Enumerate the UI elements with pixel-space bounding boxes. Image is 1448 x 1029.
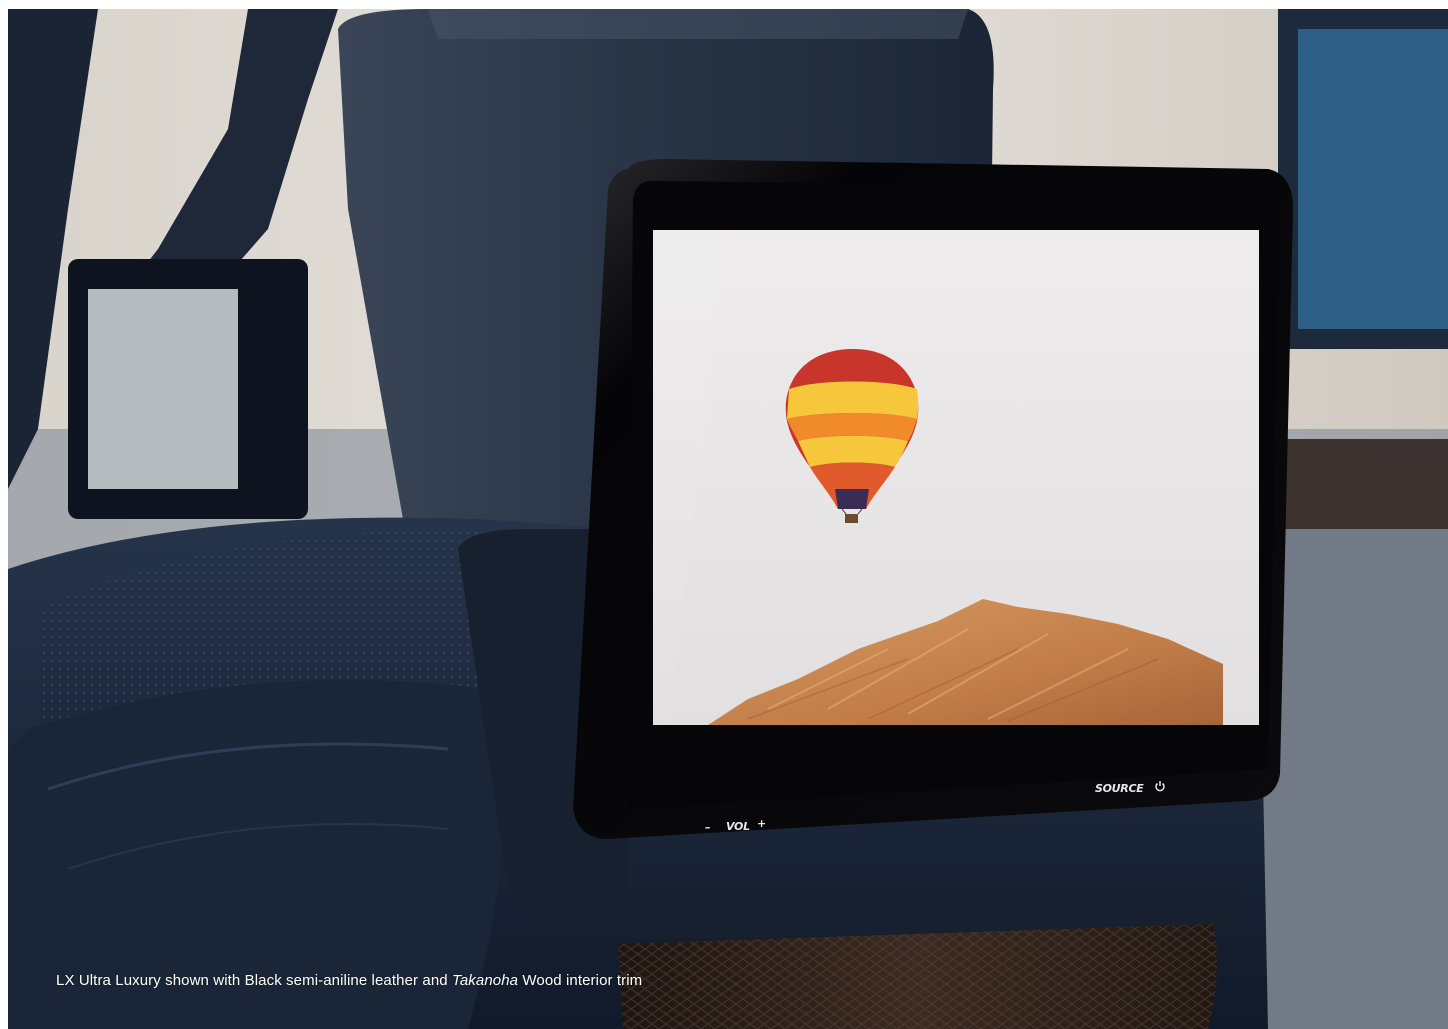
caption-text-italic: Takanoha <box>451 972 519 989</box>
screen-video <box>653 230 1259 725</box>
volume-up-button[interactable]: + <box>757 817 766 830</box>
photo-caption: LX Ultra Luxury shown with Black semi-an… <box>56 972 642 989</box>
power-icon[interactable] <box>1154 779 1166 792</box>
interior-scene <box>8 9 1448 1029</box>
interior-photo: – VOL + SOURCE LX Ultra Luxury shown wit… <box>8 9 1448 1029</box>
source-button[interactable]: SOURCE <box>1095 782 1144 795</box>
volume-down-button[interactable]: – <box>705 821 711 834</box>
caption-text-start: LX Ultra Luxury shown with Black semi-an… <box>56 972 452 989</box>
caption-text-end: Wood interior trim <box>518 972 643 989</box>
volume-label: VOL <box>726 820 750 833</box>
